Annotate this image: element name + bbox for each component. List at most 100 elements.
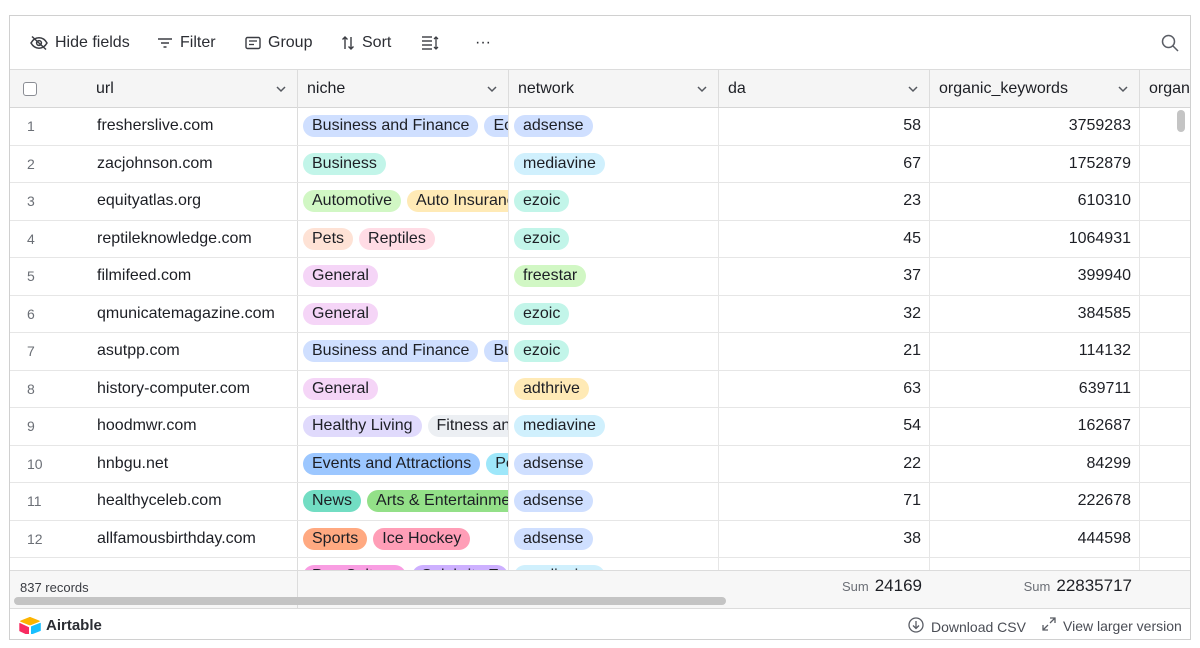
chevron-down-icon[interactable] xyxy=(907,83,919,95)
table-row[interactable]: Pop CultureCelebrity Emediavine xyxy=(10,558,1190,570)
network-cell[interactable]: adsense xyxy=(509,445,719,482)
group-button[interactable]: Group xyxy=(245,31,312,55)
network-cell[interactable]: mediavine xyxy=(509,558,719,570)
url-cell[interactable]: fresherslive.com xyxy=(88,108,297,145)
niche-cell[interactable]: General xyxy=(298,295,509,332)
network-cell[interactable]: adsense xyxy=(509,108,719,145)
organic-traffic-cell[interactable] xyxy=(1140,483,1190,520)
organic-traffic-cell[interactable] xyxy=(1140,558,1190,570)
organic-traffic-cell[interactable] xyxy=(1140,296,1190,333)
organic-keywords-cell[interactable]: 3759283 xyxy=(930,108,1140,145)
da-cell[interactable]: 58 xyxy=(719,108,930,145)
network-cell[interactable]: mediavine xyxy=(509,408,719,445)
url-cell[interactable]: zacjohnson.com xyxy=(88,146,297,183)
da-cell[interactable]: 22 xyxy=(719,445,930,482)
da-cell[interactable]: 71 xyxy=(719,483,930,520)
organic-traffic-cell[interactable] xyxy=(1140,183,1190,220)
organic-traffic-cell[interactable] xyxy=(1140,408,1190,445)
network-cell[interactable]: adsense xyxy=(509,520,719,557)
organic-traffic-cell[interactable] xyxy=(1140,221,1190,258)
niche-column-header[interactable]: niche xyxy=(298,70,509,107)
table-row[interactable]: 10hnbgu.netEvents and AttractionsPeadsen… xyxy=(10,445,1190,483)
download-csv-link[interactable]: Download CSV xyxy=(908,617,1026,636)
url-cell[interactable]: filmifeed.com xyxy=(88,258,297,295)
url-cell[interactable]: allfamousbirthday.com xyxy=(88,521,297,558)
niche-cell[interactable]: AutomotiveAuto Insurance xyxy=(298,183,509,220)
url-cell[interactable]: history-computer.com xyxy=(88,371,297,408)
niche-cell[interactable]: Events and AttractionsPe xyxy=(298,445,509,482)
organic-traffic-cell[interactable] xyxy=(1140,521,1190,558)
network-cell[interactable]: ezoic xyxy=(509,295,719,332)
niche-cell[interactable]: Healthy Living Fitness an xyxy=(298,408,509,445)
da-sum[interactable]: Sum 24169 xyxy=(719,576,922,596)
organic-traffic-cell[interactable] xyxy=(1140,146,1190,183)
da-column-header[interactable]: da xyxy=(719,70,930,107)
url-cell[interactable]: reptileknowledge.com xyxy=(88,221,297,258)
niche-cell[interactable]: Pop CultureCelebrity E xyxy=(298,558,509,570)
table-row[interactable]: 1fresherslive.comBusiness and FinanceEco… xyxy=(10,108,1190,146)
network-cell[interactable]: mediavine xyxy=(509,145,719,182)
view-larger-link[interactable]: View larger version xyxy=(1042,617,1182,634)
table-row[interactable]: 7asutpp.comBusiness and FinanceBuezoic21… xyxy=(10,333,1190,371)
niche-cell[interactable]: Sports Ice Hockey xyxy=(298,520,509,557)
vertical-scrollbar[interactable] xyxy=(1177,110,1185,132)
airtable-logo[interactable]: Airtable xyxy=(19,616,102,634)
select-all-checkbox[interactable] xyxy=(23,81,37,96)
table-row[interactable]: 4 reptileknowledge.com Pets Reptiles ezoic 45… xyxy=(10,220,1190,258)
network-cell[interactable]: freestar xyxy=(509,258,719,295)
organic-keywords-cell[interactable]: 1752879 xyxy=(930,145,1140,182)
more-options-button[interactable]: ··· xyxy=(475,31,491,55)
da-cell[interactable]: 45 xyxy=(719,220,930,257)
organic-keywords-cell[interactable]: 384585 xyxy=(930,295,1140,332)
table-row[interactable]: 6 qmunicatemagazine.com General ezoic 32 3845… xyxy=(10,295,1190,333)
organic-traffic-column-header[interactable]: organ xyxy=(1140,70,1190,107)
niche-cell[interactable]: Business and FinanceBu xyxy=(298,333,509,370)
table-row[interactable]: 12 allfamousbirthday.com Sports Ice Hockey a… xyxy=(10,520,1190,558)
organic-keywords-cell[interactable]: 610310 xyxy=(930,183,1140,220)
table-row[interactable]: 8 history-computer.com General adthrive 63 63… xyxy=(10,370,1190,408)
network-cell[interactable]: adthrive xyxy=(509,370,719,407)
da-cell[interactable]: 23 xyxy=(719,183,930,220)
da-cell[interactable]: 21 xyxy=(719,333,930,370)
organic-keywords-cell[interactable]: 639711 xyxy=(930,370,1140,407)
url-cell[interactable] xyxy=(88,558,297,570)
network-cell[interactable]: ezoic xyxy=(509,183,719,220)
organic-keywords-cell[interactable] xyxy=(930,558,1140,570)
url-cell[interactable]: hnbgu.net xyxy=(88,446,297,483)
url-cell[interactable]: equityatlas.org xyxy=(88,183,297,220)
network-cell[interactable]: ezoic xyxy=(509,333,719,370)
organic-traffic-cell[interactable] xyxy=(1140,333,1190,370)
network-cell[interactable]: adsense xyxy=(509,483,719,520)
chevron-down-icon[interactable] xyxy=(275,83,287,95)
url-column-header[interactable]: url xyxy=(10,70,297,107)
row-height-button[interactable] xyxy=(421,31,439,55)
organic-traffic-cell[interactable] xyxy=(1140,258,1190,295)
chevron-down-icon[interactable] xyxy=(1117,83,1129,95)
url-cell[interactable]: asutpp.com xyxy=(88,333,297,370)
hide-fields-button[interactable]: Hide fields xyxy=(30,31,130,55)
filter-button[interactable]: Filter xyxy=(157,31,216,55)
network-cell[interactable]: ezoic xyxy=(509,220,719,257)
niche-cell[interactable]: General xyxy=(298,370,509,407)
organic-keywords-cell[interactable]: 114132 xyxy=(930,333,1140,370)
table-row[interactable]: 9 hoodmwr.com Healthy Living Fitness an medi… xyxy=(10,408,1190,446)
url-cell[interactable]: qmunicatemagazine.com xyxy=(88,296,297,333)
da-cell[interactable]: 32 xyxy=(719,295,930,332)
horizontal-scrollbar[interactable] xyxy=(14,597,726,605)
da-cell[interactable]: 54 xyxy=(719,408,930,445)
niche-cell[interactable]: Business and FinanceEco xyxy=(298,108,509,145)
niche-cell[interactable]: General xyxy=(298,258,509,295)
search-icon[interactable] xyxy=(1160,33,1180,53)
url-cell[interactable]: hoodmwr.com xyxy=(88,408,297,445)
organic-keywords-cell[interactable]: 1064931 xyxy=(930,220,1140,257)
da-cell[interactable]: 37 xyxy=(719,258,930,295)
table-row[interactable]: 3equityatlas.orgAutomotiveAuto Insurance… xyxy=(10,183,1190,221)
sort-button[interactable]: Sort xyxy=(341,31,391,55)
network-column-header[interactable]: network xyxy=(509,70,719,107)
da-cell[interactable]: 67 xyxy=(719,145,930,182)
url-cell[interactable]: healthyceleb.com xyxy=(88,483,297,520)
niche-cell[interactable]: Pets Reptiles xyxy=(298,220,509,257)
organic-keywords-cell[interactable]: 222678 xyxy=(930,483,1140,520)
da-cell[interactable] xyxy=(719,558,930,570)
chevron-down-icon[interactable] xyxy=(696,83,708,95)
